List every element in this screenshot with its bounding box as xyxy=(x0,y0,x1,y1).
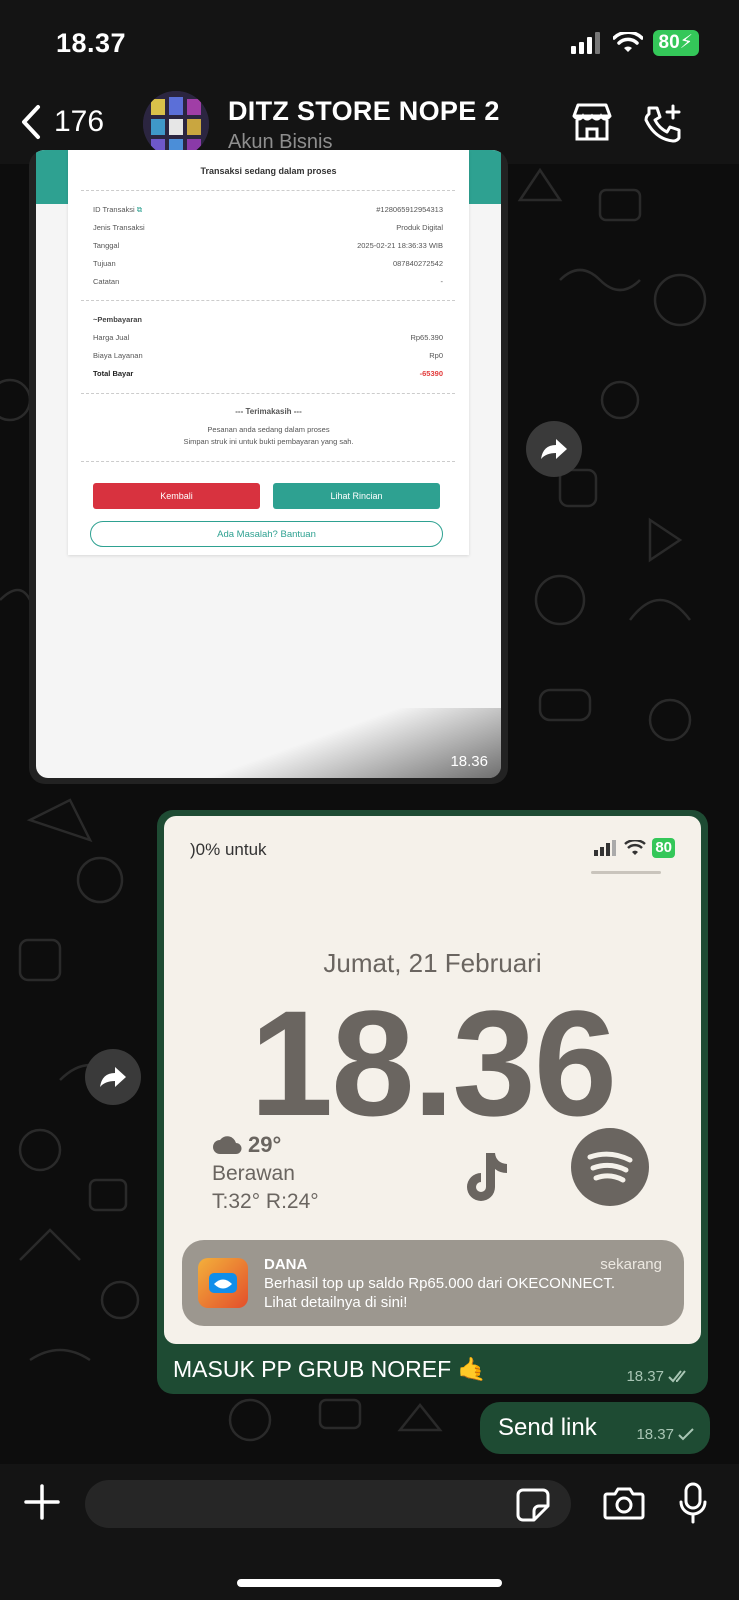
back-receipt-button: Kembali xyxy=(93,483,260,509)
image-shade xyxy=(36,708,501,778)
note-line: Pesanan anda sedang dalam proses xyxy=(207,425,330,434)
payment-title: ~Pembayaran xyxy=(93,315,142,324)
temperature-range: T:32° R:24° xyxy=(212,1190,319,1213)
wifi-icon xyxy=(624,840,647,855)
camera-icon xyxy=(603,1487,645,1520)
view-details-button: Lihat Rincian xyxy=(273,483,440,509)
divider xyxy=(81,300,455,301)
dana-app-icon xyxy=(198,1258,248,1308)
receipt-status: Transaksi sedang dalam proses xyxy=(200,166,337,176)
store-icon[interactable] xyxy=(570,102,614,147)
help-button: Ada Masalah? Bantuan xyxy=(90,521,443,547)
receipt-row: Tujuan 087840272542 xyxy=(93,259,443,268)
note-line: Simpan struk ini untuk bukti pembayaran … xyxy=(183,437,354,446)
divider xyxy=(81,461,455,462)
message-time-block: 18.37 xyxy=(626,1368,690,1385)
add-call-icon[interactable] xyxy=(641,102,683,149)
forward-button[interactable] xyxy=(526,421,582,477)
notification-time: sekarang xyxy=(600,1256,662,1273)
chevron-left-icon xyxy=(22,105,40,139)
message-input[interactable] xyxy=(85,1480,571,1528)
attach-button[interactable] xyxy=(24,1484,60,1525)
notch-pill xyxy=(591,871,661,874)
avatar[interactable] xyxy=(143,91,209,157)
header-strip-left xyxy=(36,150,68,204)
microphone-icon xyxy=(679,1482,707,1524)
battery-indicator: 80⚡ xyxy=(652,30,699,56)
weather-widget: 29° Berawan T:32° R:24° xyxy=(212,1132,319,1214)
weather-condition: Berawan xyxy=(212,1162,295,1185)
lockscreen-date: Jumat, 21 Februari xyxy=(323,948,542,978)
message-time-block: 18.37 xyxy=(636,1426,694,1443)
receipt-row: Jenis Transaksi Produk Digital xyxy=(93,223,443,232)
chat-title-block[interactable]: DITZ STORE NOPE 2 Akun Bisnis xyxy=(228,96,500,154)
forward-button[interactable] xyxy=(85,1049,141,1105)
notification-body: Berhasil top up saldo Rp65.000 dari OKEC… xyxy=(264,1274,664,1312)
forward-icon xyxy=(100,1067,126,1087)
receipt-row: Tanggal 2025-02-21 18:36:33 WIB xyxy=(93,241,443,250)
message-composer xyxy=(0,1464,739,1600)
spotify-icon xyxy=(571,1128,649,1206)
message-time: 18.37 xyxy=(636,1426,674,1443)
signal-icon xyxy=(594,840,617,856)
header-strip-right xyxy=(469,150,501,204)
sticker-button[interactable] xyxy=(516,1488,550,1527)
notification-line: Lihat detailnya di sini! xyxy=(264,1294,408,1311)
chat-title: DITZ STORE NOPE 2 xyxy=(228,96,500,126)
cloud-icon xyxy=(213,1136,242,1154)
sticker-icon xyxy=(516,1488,550,1522)
copy-icon: ⧉ xyxy=(136,205,143,214)
lockscreen-screenshot: )0% untuk 80 Jumat, 21 Februari 18.36 29… xyxy=(164,816,701,1344)
check-icon xyxy=(678,1427,694,1440)
outgoing-image-message[interactable]: )0% untuk 80 Jumat, 21 Februari 18.36 29… xyxy=(157,810,708,1394)
notification-line: Berhasil top up saldo Rp65.000 dari OKEC… xyxy=(264,1275,616,1292)
home-indicator xyxy=(237,1579,502,1587)
unread-count: 176 xyxy=(54,105,105,138)
notification-app: DANA xyxy=(264,1256,308,1273)
payment-row: Biaya Layanan Rp0 xyxy=(93,351,443,360)
temperature: 29° xyxy=(248,1132,282,1157)
forward-icon xyxy=(541,439,567,459)
wifi-icon xyxy=(612,32,643,52)
microphone-button[interactable] xyxy=(678,1482,708,1529)
status-time: 18.37 xyxy=(56,28,127,58)
message-time: 18.37 xyxy=(626,1368,664,1385)
receipt-row: ID Transaksi ⧉ #128065912954313 xyxy=(93,205,443,214)
receipt-card: Transaksi sedang dalam proses ID Transak… xyxy=(68,150,469,555)
outgoing-text-message[interactable]: Send link 18.37 xyxy=(480,1402,710,1454)
total-row: Total Bayar -65390 xyxy=(93,369,443,378)
message-text: Send link xyxy=(498,1414,597,1441)
notification-card: DANA sekarang Berhasil top up saldo Rp65… xyxy=(182,1240,684,1326)
lockscreen-clock: 18.36 xyxy=(249,979,617,1147)
divider xyxy=(81,190,455,191)
plus-icon xyxy=(24,1484,60,1520)
incoming-image-message[interactable]: Transaksi sedang dalam proses ID Transak… xyxy=(29,150,508,784)
lockscreen-status: 80 xyxy=(594,838,675,858)
status-icons: 80⚡ xyxy=(570,30,699,56)
receipt-row: Catatan - xyxy=(93,277,443,286)
message-time: 18.36 xyxy=(450,753,488,770)
lockscreen-carrier: )0% untuk xyxy=(190,840,267,859)
double-check-icon xyxy=(668,1369,686,1382)
camera-button[interactable] xyxy=(603,1486,645,1525)
battery-indicator: 80 xyxy=(652,838,675,858)
payment-row: Harga Jual Rp65.390 xyxy=(93,333,443,342)
status-bar: 18.37 80⚡ xyxy=(0,0,739,88)
receipt-screenshot: Transaksi sedang dalam proses ID Transak… xyxy=(36,150,501,778)
back-button[interactable]: 176 xyxy=(20,104,104,140)
signal-icon xyxy=(570,32,600,54)
tiktok-icon xyxy=(464,1151,512,1208)
thanks-text: --- Terimakasih --- xyxy=(235,407,302,416)
message-caption: MASUK PP GRUB NOREF 🤙 xyxy=(173,1356,487,1382)
divider xyxy=(81,393,455,394)
